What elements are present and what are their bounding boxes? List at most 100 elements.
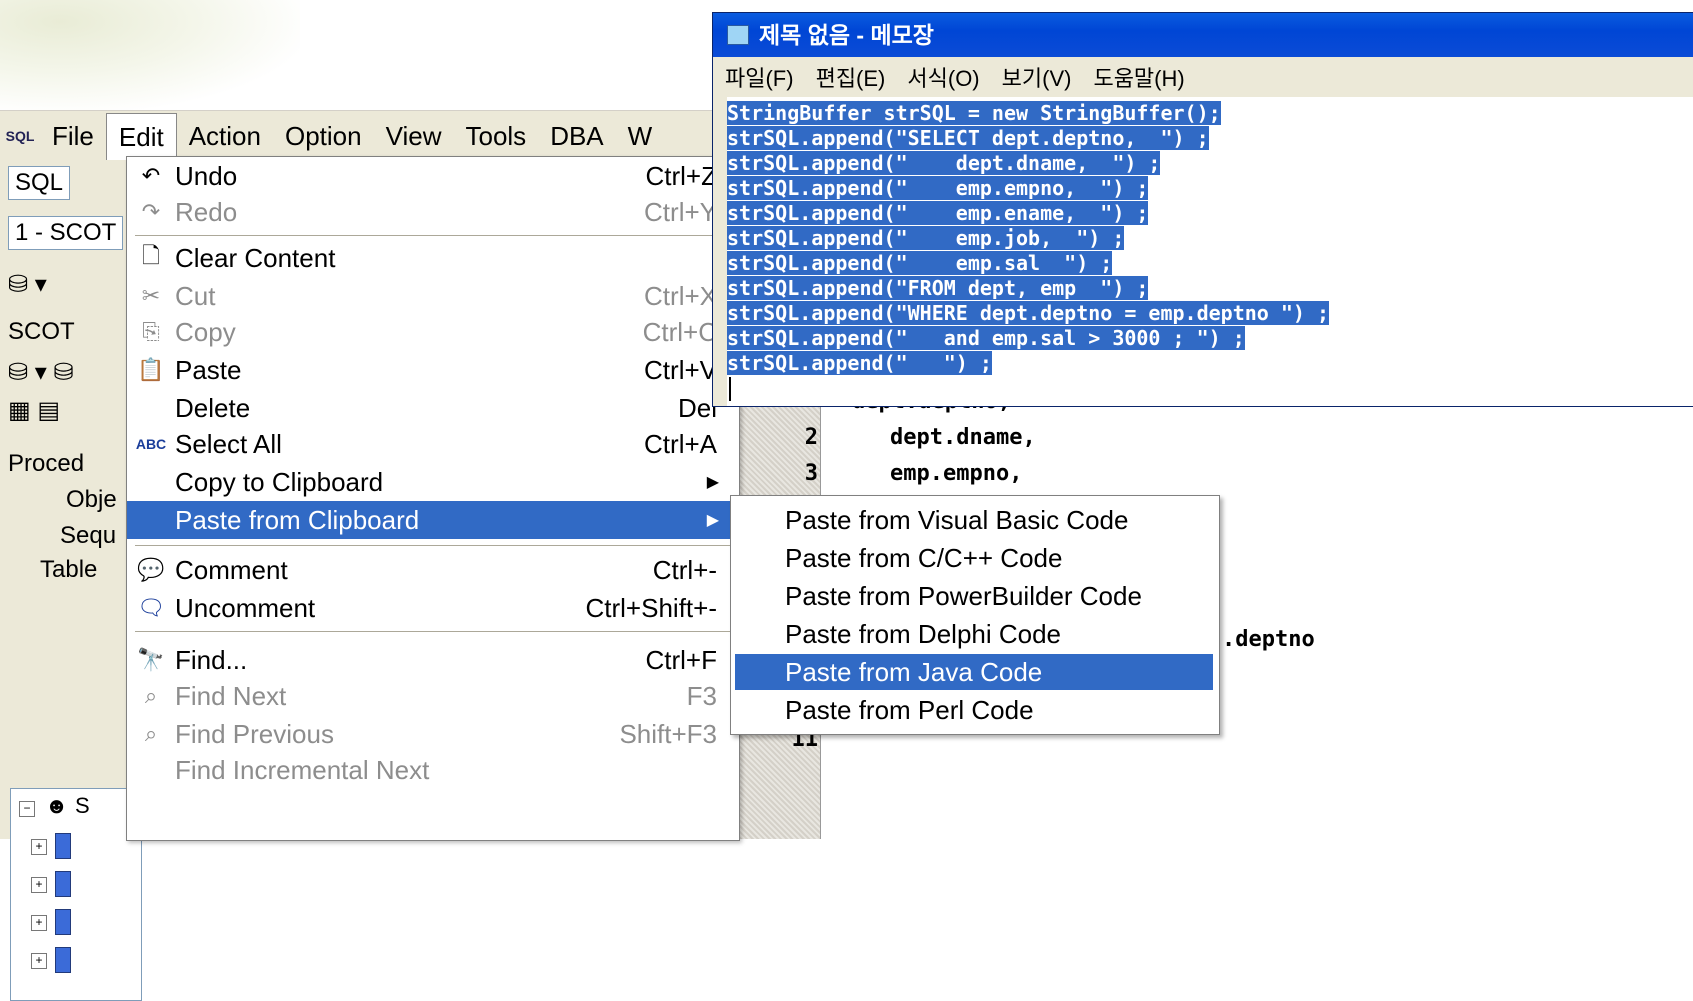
window-title: 제목 없음 - 메모장 [759,22,934,48]
object-tree[interactable]: − ☻ S + + + + [10,788,142,1001]
tree-root-label[interactable]: S [75,793,90,819]
connection-select[interactable]: 1 - SCOT [8,216,124,250]
menu-item-label: Undo [175,160,238,191]
menu-option[interactable]: Option [273,113,374,159]
select-all-icon: ABC [135,436,167,452]
menu-format[interactable]: 서식(O) [895,61,989,93]
menu-item-label: Copy to Clipboard [175,466,384,497]
submenu-item-powerbuilder[interactable]: Paste from PowerBuilder Code [735,578,1213,614]
menu-item-copy-to-clipboard[interactable]: Copy to Clipboard ▶ [127,463,739,501]
submenu-item-delphi[interactable]: Paste from Delphi Code [735,616,1213,652]
db-toolbar-icons[interactable]: ⛁ ▾ ⛁ [8,358,74,387]
menu-item-label: Comment [175,554,288,585]
menu-item-find-previous[interactable]: ⌕ Find Previous Shift+F3 [127,715,739,753]
expand-icon[interactable]: + [31,953,47,969]
menu-tools[interactable]: Tools [453,113,538,159]
menu-separator [135,631,731,632]
sql-icon[interactable]: SQL [0,128,40,144]
table-icon [55,871,71,897]
menu-item-clear-content[interactable]: 🗋 Clear Content [127,239,739,277]
expand-icon[interactable]: + [31,915,47,931]
submenu-item-visual-basic[interactable]: Paste from Visual Basic Code [735,502,1213,538]
menu-view[interactable]: View [374,113,454,159]
menu-item-label: Find... [175,644,248,675]
menu-item-delete[interactable]: Delete Del [127,389,739,427]
menu-item-label: Find Incremental Next [175,754,430,785]
menu-view[interactable]: 보기(V) [990,61,1082,93]
menu-item-label: Select All [175,428,282,459]
menu-edit[interactable]: Edit [105,112,177,160]
menu-item-label: Uncomment [175,592,316,623]
tool-icons[interactable]: ▦ ▤ [8,396,60,425]
expand-icon[interactable]: − [19,801,35,817]
expand-icon[interactable]: + [31,877,47,893]
comment-icon: 💬 [137,557,165,582]
menu-item-shortcut: Ctrl+Shift+- [585,592,718,623]
submenu-item-perl[interactable]: Paste from Perl Code [735,692,1213,728]
notepad-border [713,97,727,406]
notepad-text-area[interactable]: StringBuffer strSQL = new StringBuffer()… [727,101,1693,406]
db-toolbar-icon[interactable]: ⛁ ▾ [8,270,47,299]
objects-tab[interactable]: Obje [66,486,117,514]
code-line: emp.empno, [890,461,1023,486]
submenu-item-cpp[interactable]: Paste from C/C++ Code [735,540,1213,576]
text-line: strSQL.append("FROM dept, emp ") ; [727,276,1149,300]
menu-item-select-all[interactable]: ABC Select All Ctrl+A [127,425,739,463]
menu-item-shortcut: Shift+F3 [619,718,717,749]
menu-file[interactable]: File [40,113,106,159]
menu-action[interactable]: Action [177,113,273,159]
line-number: 3 [804,461,818,486]
text-line: strSQL.append(" and emp.sal > 3000 ; ") … [727,326,1245,350]
menu-item-find-incremental-next[interactable]: Find Incremental Next [127,751,739,789]
menu-item-shortcut: Ctrl+A [644,428,717,459]
menu-item-label: Paste from Clipboard [175,504,420,535]
notepad-titlebar[interactable]: 제목 없음 - 메모장 [713,13,1693,57]
user-icon: ☻ [45,793,69,818]
menu-item-undo[interactable]: ↶ Undo Ctrl+Z [127,157,739,195]
menu-window[interactable]: W [616,113,665,159]
edit-menu: ↶ Undo Ctrl+Z ↷ Redo Ctrl+Y 🗋 Clear Cont… [126,156,740,841]
schema-label: SCOT [8,318,75,345]
notepad-window: 제목 없음 - 메모장 파일(F) 편집(E) 서식(O) 보기(V) 도움말(… [712,12,1693,407]
submenu-arrow-icon: ▶ [706,474,719,491]
uncomment-icon: 🗨 [137,595,165,620]
menu-item-label: Copy [175,316,236,347]
menu-help[interactable]: 도움말(H) [1081,61,1194,93]
menu-dba[interactable]: DBA [538,113,615,159]
menu-item-paste[interactable]: 📋 Paste Ctrl+V [127,351,739,389]
sql-tab[interactable]: SQL [8,166,71,200]
menu-item-uncomment[interactable]: 🗨 Uncomment Ctrl+Shift+- [127,589,739,627]
expand-icon[interactable]: + [31,839,47,855]
notepad-icon [727,25,749,45]
tables-tab[interactable]: Table [40,556,97,584]
redo-icon: ↷ [141,199,161,224]
menu-separator [135,235,731,236]
menu-item-label: Find Previous [175,718,334,749]
code-line: .deptno [1222,627,1315,652]
text-line: StringBuffer strSQL = new StringBuffer()… [727,101,1221,125]
text-line: strSQL.append(" emp.empno, ") ; [727,176,1149,200]
table-icon [55,947,71,973]
menu-separator [135,545,731,546]
sequences-tab[interactable]: Sequ [60,522,116,550]
menu-item-find-next[interactable]: ⌕ Find Next F3 [127,677,739,715]
menu-item-find[interactable]: 🔭 Find... Ctrl+F [127,641,739,679]
text-line: strSQL.append(" emp.job, ") ; [727,226,1125,250]
find-previous-icon: ⌕ [144,721,158,746]
menu-item-paste-from-clipboard[interactable]: Paste from Clipboard ▶ [127,501,739,539]
text-line: strSQL.append("SELECT dept.deptno, ") ; [727,126,1209,150]
binoculars-icon: 🔭 [137,647,165,672]
table-icon [55,909,71,935]
menu-item-copy[interactable]: ⎘ Copy Ctrl+C [127,313,739,351]
line-number: 2 [804,425,818,450]
menu-item-cut[interactable]: ✂ Cut Ctrl+X [127,277,739,315]
menu-item-comment[interactable]: 💬 Comment Ctrl+- [127,551,739,589]
menu-item-redo[interactable]: ↷ Redo Ctrl+Y [127,193,739,231]
menu-file[interactable]: 파일(F) [713,61,804,93]
submenu-item-java[interactable]: Paste from Java Code [735,654,1213,690]
text-line: strSQL.append(" ") ; [727,351,992,375]
paste-from-clipboard-submenu: Paste from Visual Basic Code Paste from … [730,495,1220,735]
menu-edit[interactable]: 편집(E) [804,61,896,93]
table-icon [55,833,71,859]
procedures-tab[interactable]: Proced [8,450,84,478]
